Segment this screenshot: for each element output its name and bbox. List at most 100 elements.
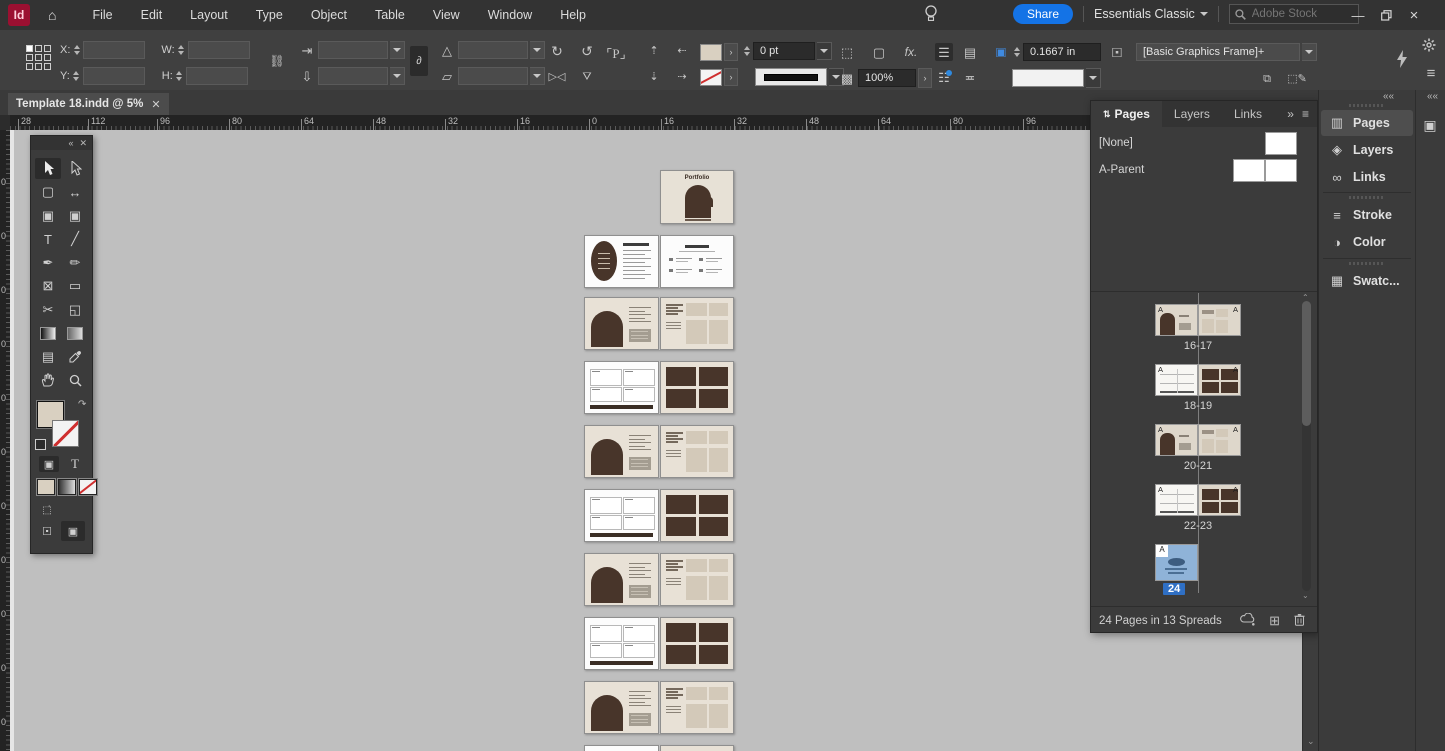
menu-edit[interactable]: Edit <box>127 0 177 30</box>
document-spread[interactable] <box>584 617 734 670</box>
master-a-parent-thumbnail-left[interactable] <box>1233 159 1265 182</box>
shear-angle-select[interactable] <box>458 67 528 85</box>
panel-menu-icon[interactable]: ≡ <box>1302 107 1309 121</box>
gear-icon[interactable] <box>1422 38 1436 52</box>
corner-shape-icon[interactable]: ▢ <box>870 43 888 61</box>
content-collector-tool[interactable]: ▣ <box>35 205 61 226</box>
page-label-24[interactable]: 24 <box>1163 583 1186 595</box>
document-spread[interactable] <box>584 235 734 288</box>
w-input[interactable] <box>187 41 250 59</box>
document-page-left[interactable] <box>584 361 659 414</box>
thumb-page-right[interactable]: A <box>1198 364 1241 396</box>
constrain-proportions-button[interactable]: ∂ <box>410 46 428 76</box>
scroll-down-icon[interactable]: ⌄ <box>1307 736 1315 747</box>
opacity-options-button[interactable]: › <box>918 68 932 88</box>
menu-view[interactable]: View <box>419 0 474 30</box>
chevron-down-icon[interactable] <box>1086 68 1101 88</box>
zoom-tool[interactable] <box>62 370 88 391</box>
document-page-right[interactable] <box>659 681 734 734</box>
type-tool[interactable]: T <box>35 229 61 250</box>
formatting-affects-container-button[interactable]: ▣ <box>39 456 59 472</box>
dock-drag-handle[interactable] <box>1349 104 1385 107</box>
free-transform-tool[interactable]: ◱ <box>62 299 88 320</box>
pages-scrollbar[interactable] <box>1302 301 1311 591</box>
thumb-page-right[interactable]: A <box>1198 424 1241 456</box>
scrollbar-thumb[interactable] <box>1302 301 1311 426</box>
arrange-down-icon[interactable]: ⇣ <box>645 68 663 86</box>
x-stepper[interactable] <box>72 45 81 55</box>
document-spread[interactable] <box>584 361 734 414</box>
scissors-tool[interactable]: ✂ <box>35 299 61 320</box>
document-page-left[interactable] <box>584 297 659 350</box>
y-stepper[interactable] <box>72 71 81 81</box>
h-input[interactable] <box>185 67 248 85</box>
quick-actions-icon[interactable] <box>1396 50 1408 68</box>
master-none-label[interactable]: [None] <box>1099 137 1133 149</box>
rectangle-tool[interactable]: ▭ <box>62 276 88 297</box>
page-thumbnail-24[interactable]: A <box>1155 544 1198 581</box>
collapse-panel-icon[interactable]: « <box>68 138 73 148</box>
minimize-button[interactable]: — <box>1344 4 1372 26</box>
align-icon[interactable]: ≖ <box>961 68 979 86</box>
swap-fill-stroke-icon[interactable]: ↷ <box>78 399 86 410</box>
eyedropper-tool[interactable] <box>62 346 88 367</box>
close-tab-icon[interactable]: ✕ <box>151 98 160 111</box>
thumb-page-left[interactable]: A <box>1155 304 1198 336</box>
select-container-icon[interactable]: ⌜P⌟ <box>604 44 628 62</box>
panel-menu-icon[interactable]: ≡ <box>1422 64 1440 82</box>
expand-panel-icon[interactable]: » <box>1287 107 1294 121</box>
formatting-affects-text-button[interactable]: T <box>65 456 85 472</box>
document-page-right[interactable] <box>659 297 734 350</box>
document-page-right[interactable] <box>659 745 734 751</box>
effects-icon[interactable]: fx. <box>902 43 920 61</box>
flip-vertical-icon[interactable]: ⛛ <box>578 68 596 86</box>
document-tab[interactable]: Template 18.indd @ 5% ✕ <box>8 93 169 115</box>
normal-view-icon[interactable]: 🞔 <box>37 524 57 540</box>
flip-horizontal-icon[interactable]: ▷◁ <box>548 68 566 86</box>
chevron-down-icon[interactable] <box>1302 43 1317 61</box>
pen-tool[interactable]: ✒ <box>35 252 61 273</box>
document-spread[interactable] <box>584 553 734 606</box>
spread-label-20-21[interactable]: 20-21 <box>1155 460 1241 472</box>
document-spread[interactable] <box>584 681 734 734</box>
direct-selection-tool[interactable] <box>62 158 88 179</box>
screen-mode-button[interactable]: ▣ <box>61 521 85 541</box>
menu-window[interactable]: Window <box>474 0 546 30</box>
document-page-left[interactable] <box>584 681 659 734</box>
scale-x-select[interactable] <box>318 41 388 59</box>
spread-thumbnail-22-23[interactable]: AA <box>1155 484 1241 516</box>
view-options-icon[interactable]: ⬚̇ <box>37 502 57 518</box>
corner-options-icon[interactable]: ⬚ <box>838 43 856 61</box>
gradient-feather-tool[interactable] <box>62 323 88 344</box>
workspace-switcher[interactable]: Essentials Classic <box>1094 7 1208 21</box>
thumb-page-left[interactable]: A <box>1155 364 1198 396</box>
spread-thumbnail-18-19[interactable]: AA <box>1155 364 1241 396</box>
dock-drag-handle[interactable] <box>1349 262 1385 265</box>
master-none-thumbnail[interactable] <box>1265 132 1297 155</box>
scroll-up-icon[interactable]: ⌃ <box>1302 293 1309 302</box>
collapsed-panel-book-icon[interactable]: ▣ <box>1419 114 1441 136</box>
opacity-value[interactable]: 100% <box>858 69 916 87</box>
text-wrap-none-icon[interactable]: ☰ <box>935 43 953 61</box>
tab-links[interactable]: Links <box>1222 101 1274 127</box>
chevron-down-icon[interactable] <box>530 67 545 85</box>
arrange-right-icon[interactable]: ⇢ <box>673 68 691 86</box>
document-spread[interactable] <box>584 297 734 350</box>
stroke-options-button[interactable]: › <box>724 68 738 86</box>
collapse-dock-icon[interactable]: «« <box>1383 91 1394 102</box>
tab-layers[interactable]: Layers <box>1162 101 1222 127</box>
indesign-logo-icon[interactable]: Id <box>8 4 30 26</box>
document-page-left[interactable] <box>584 489 659 542</box>
home-icon[interactable]: ⌂ <box>48 7 56 23</box>
scale-y-select[interactable] <box>318 67 388 85</box>
stroke-weight-stepper[interactable] <box>742 46 751 56</box>
dock-item-stroke[interactable]: ≡ Stroke <box>1321 202 1413 228</box>
tab-pages[interactable]: ⇅ Pages <box>1091 101 1162 127</box>
stroke-color-swatch[interactable] <box>700 68 722 86</box>
menu-table[interactable]: Table <box>361 0 419 30</box>
arrange-left-icon[interactable]: ⇠ <box>673 42 691 60</box>
spread-label-22-23[interactable]: 22-23 <box>1155 520 1241 532</box>
rotate-ccw-icon[interactable]: ↺ <box>578 42 596 60</box>
delete-page-icon[interactable] <box>1294 613 1305 629</box>
spread-label-18-19[interactable]: 18-19 <box>1155 400 1241 412</box>
